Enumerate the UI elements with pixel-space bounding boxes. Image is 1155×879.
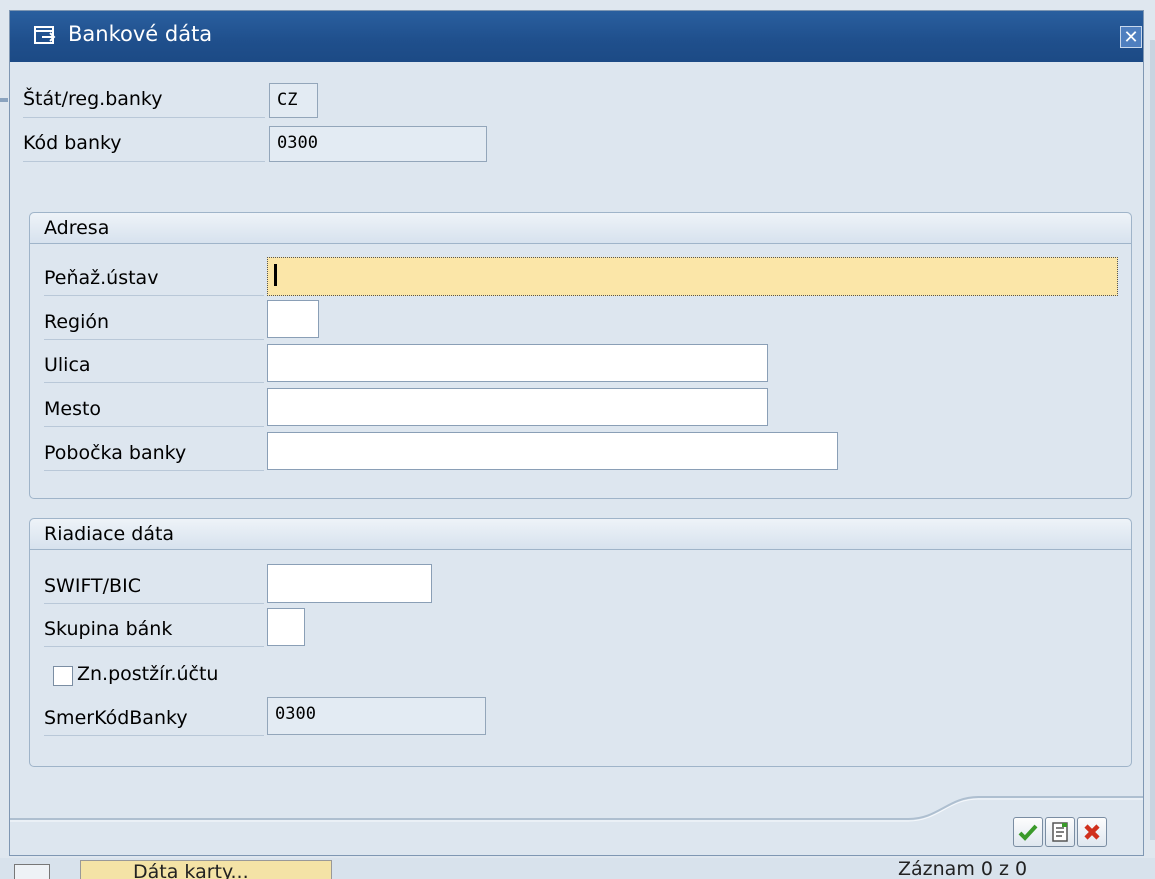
background-window-bottom: Dáta karty... Záznam 0 z 0	[0, 858, 1155, 879]
address-group-title: Adresa	[44, 217, 110, 239]
label-underline	[44, 382, 264, 383]
postal-account-checkbox[interactable]	[53, 666, 73, 686]
details-button[interactable]	[1045, 817, 1075, 847]
background-card-data-label: Dáta karty...	[133, 861, 249, 879]
label-underline	[44, 339, 264, 340]
cancel-x-icon	[1084, 824, 1100, 840]
label-underline	[23, 161, 265, 162]
background-card-data-button[interactable]: Dáta karty...	[80, 860, 332, 879]
postal-account-label: Zn.postžír.účtu	[77, 663, 219, 685]
label-underline	[44, 470, 264, 471]
bank-data-dialog: Bankové dáta ✕ Štát/reg.banky CZ Kód ban…	[9, 10, 1144, 856]
background-window-edge	[0, 98, 8, 102]
footer-divider	[10, 796, 1143, 822]
branch-field[interactable]	[267, 432, 838, 470]
region-label: Región	[44, 311, 110, 333]
label-underline	[23, 117, 265, 118]
background-window-edge	[1150, 40, 1155, 840]
bank-key-label: Kód banky	[23, 132, 122, 154]
bank-group-label: Skupina bánk	[44, 618, 173, 640]
label-underline	[44, 735, 264, 736]
background-icon	[14, 864, 50, 879]
cancel-button[interactable]	[1077, 817, 1107, 847]
control-data-group-title: Riadiace dáta	[44, 523, 175, 545]
swift-label: SWIFT/BIC	[44, 575, 141, 597]
bank-group-field[interactable]	[267, 608, 305, 646]
country-label: Štát/reg.banky	[23, 88, 163, 110]
bank-number-field[interactable]: 0300	[267, 697, 486, 735]
swift-field[interactable]	[267, 564, 432, 603]
label-underline	[44, 646, 264, 647]
confirm-button[interactable]	[1013, 817, 1043, 847]
dialog-title: Bankové dáta	[68, 22, 213, 46]
label-underline	[44, 295, 264, 296]
street-field[interactable]	[267, 344, 768, 382]
city-label: Mesto	[44, 398, 102, 420]
control-data-group: Riadiace dáta	[29, 518, 1132, 767]
branch-label: Pobočka banky	[44, 442, 187, 464]
city-field[interactable]	[267, 388, 768, 426]
label-underline	[44, 603, 264, 604]
dialog-titlebar: Bankové dáta ✕	[10, 11, 1143, 62]
close-icon: ✕	[1123, 27, 1139, 48]
document-icon	[1052, 822, 1068, 842]
checkmark-icon	[1018, 824, 1038, 841]
bank-name-label: Peňaž.ústav	[44, 267, 159, 289]
text-cursor	[274, 264, 277, 286]
bank-key-field[interactable]: 0300	[269, 126, 487, 162]
address-group-header: Adresa	[30, 213, 1131, 244]
control-data-group-header: Riadiace dáta	[30, 519, 1131, 550]
bank-name-field[interactable]	[267, 257, 1118, 296]
close-button[interactable]: ✕	[1120, 26, 1142, 48]
country-field[interactable]: CZ	[269, 83, 318, 118]
region-field[interactable]	[267, 300, 319, 338]
street-label: Ulica	[44, 354, 91, 376]
dialog-window-icon	[34, 26, 56, 44]
label-underline	[44, 426, 264, 427]
bank-number-label: SmerKódBanky	[44, 707, 188, 729]
background-record-counter: Záznam 0 z 0	[898, 858, 1028, 879]
